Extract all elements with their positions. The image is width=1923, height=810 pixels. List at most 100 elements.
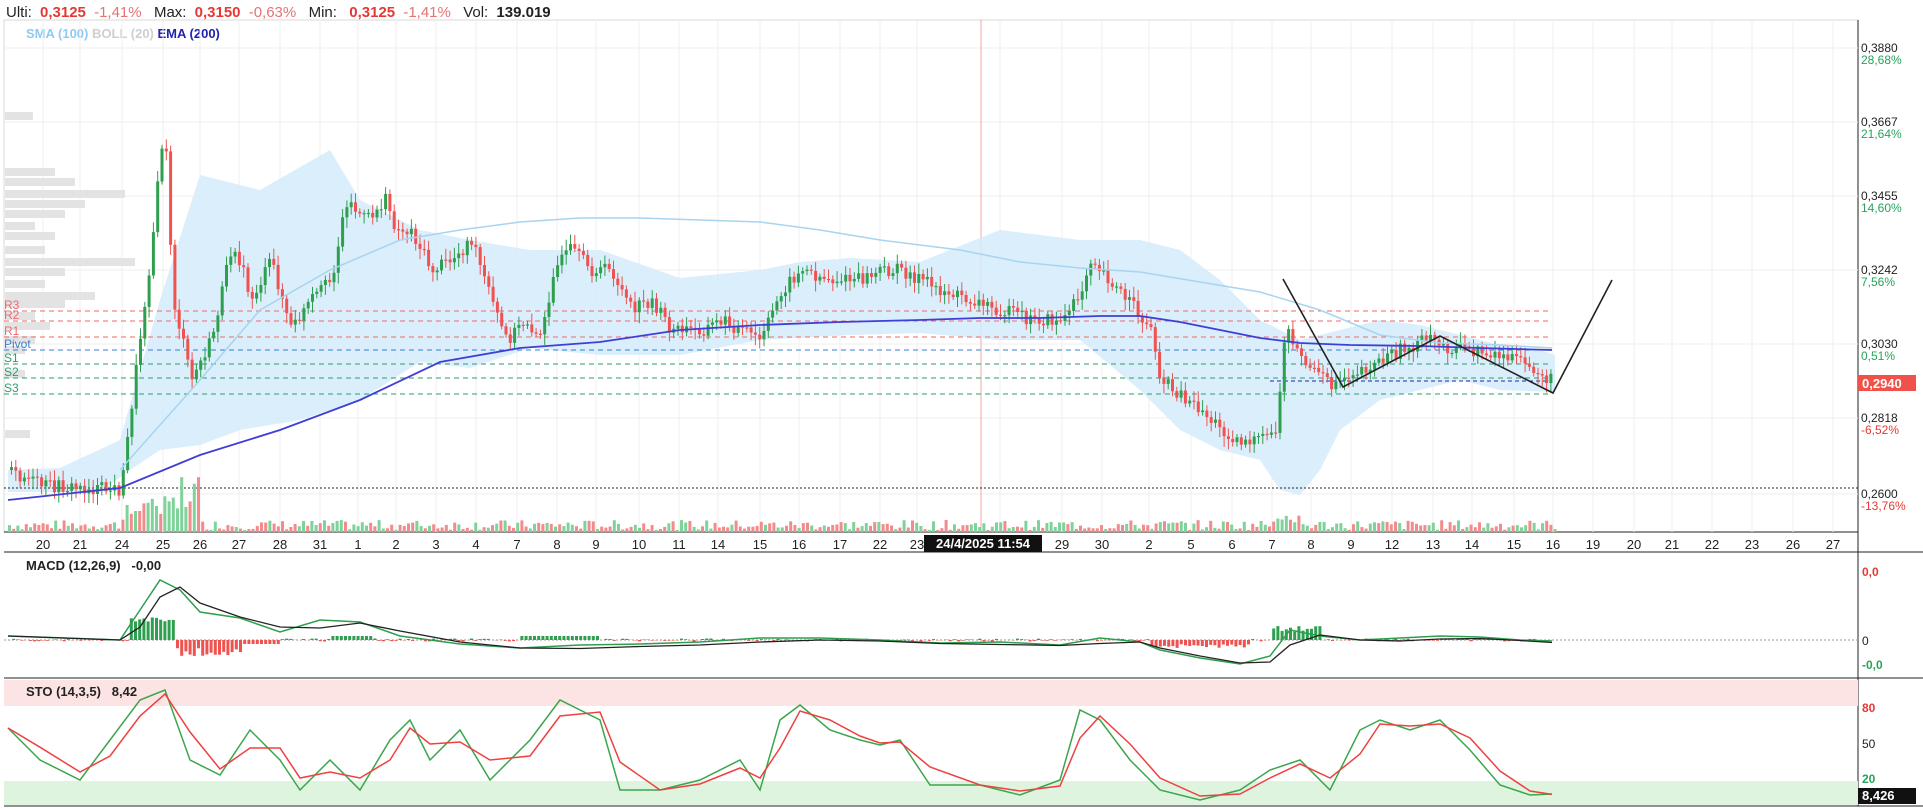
candle-body xyxy=(341,217,345,247)
volume-bar xyxy=(1482,527,1486,532)
volume-bar xyxy=(713,522,717,532)
volume-bar xyxy=(667,523,671,532)
volume-bar xyxy=(1524,525,1528,532)
volume-bar xyxy=(1205,527,1208,532)
macd-histogram-bar xyxy=(411,640,415,641)
candle-body xyxy=(603,263,607,268)
volume-bar xyxy=(125,505,129,532)
candle-body xyxy=(268,258,271,268)
macd-histogram-bar xyxy=(1163,640,1166,646)
macd-histogram-bar xyxy=(978,638,982,640)
volume-bar xyxy=(1444,528,1448,532)
volume-bar xyxy=(591,521,595,532)
volume-bar xyxy=(457,524,461,532)
candle-body xyxy=(1072,299,1076,311)
chart-canvas[interactable]: R3R2R1PivotS1S2S3 0,388028,68%0,366721,6… xyxy=(0,0,1923,810)
candle-body xyxy=(895,263,899,274)
macd-histogram-bar xyxy=(957,640,961,642)
volume-bar xyxy=(1347,529,1351,532)
macd-histogram-bar xyxy=(474,640,478,641)
macd-histogram-bar xyxy=(402,640,406,641)
volume-bar xyxy=(835,524,839,532)
macd-histogram-bar xyxy=(570,636,574,640)
macd-histogram-bar xyxy=(953,639,956,640)
candle-body xyxy=(663,307,667,318)
candle-body xyxy=(1355,374,1359,376)
volume-bar xyxy=(50,528,53,532)
volume-bar xyxy=(344,521,347,532)
volume-bar xyxy=(1415,523,1418,532)
volume-bar xyxy=(100,527,104,532)
candle-body xyxy=(1317,367,1321,373)
volume-bar xyxy=(1507,527,1511,532)
volume-bar xyxy=(776,527,780,532)
volume-bar xyxy=(314,525,318,532)
macd-histogram-bar xyxy=(352,636,356,640)
candle-body xyxy=(1050,314,1054,325)
candle-body xyxy=(10,467,13,470)
volume-bar xyxy=(701,526,704,532)
macd-histogram-bar xyxy=(1179,640,1183,645)
candle-body xyxy=(31,476,35,479)
volume-profile-bar xyxy=(5,178,75,186)
volume-bar xyxy=(45,524,49,532)
candle-body xyxy=(293,319,297,325)
volume-profile-bar xyxy=(5,168,55,176)
volume-profile-bar xyxy=(5,112,33,120)
candle-body xyxy=(1226,436,1230,439)
volume-bar xyxy=(801,523,805,532)
macd-histogram-bar xyxy=(453,638,457,640)
candle-body xyxy=(53,480,56,493)
x-axis-label: 16 xyxy=(1546,537,1560,552)
volume-profile-bar xyxy=(5,190,125,198)
price-axis-pct: -6,52% xyxy=(1861,423,1899,437)
macd-histogram-bar xyxy=(709,638,713,640)
candle-body xyxy=(431,266,435,273)
candle-body xyxy=(981,299,985,306)
macd-histogram-bar xyxy=(1385,639,1389,640)
volume-bar xyxy=(1112,528,1116,532)
candle-body xyxy=(440,259,443,271)
candle-body xyxy=(930,276,934,287)
candle-body xyxy=(1153,327,1157,352)
volume-bar xyxy=(75,528,79,532)
macd-histogram-bar xyxy=(1053,640,1057,641)
volume-bar xyxy=(1095,528,1099,532)
x-axis-label: 10 xyxy=(632,537,646,552)
volume-bar xyxy=(1209,520,1213,532)
volume-bar xyxy=(1452,525,1456,532)
volume-bar xyxy=(575,526,578,532)
macd-histogram-bar xyxy=(285,638,289,640)
volume-bar xyxy=(1490,527,1494,532)
volume-bar xyxy=(402,526,406,532)
volume-bar xyxy=(927,529,931,532)
volume-bar xyxy=(780,527,784,532)
volume-bar xyxy=(881,524,885,532)
volume-bar xyxy=(696,529,700,532)
volume-bar xyxy=(1175,522,1179,532)
volume-bar xyxy=(1255,526,1259,532)
macd-histogram-bar xyxy=(218,640,221,655)
candle-body xyxy=(887,266,891,276)
candle-body xyxy=(1149,324,1153,328)
volume-bar xyxy=(516,522,520,532)
volume-bar xyxy=(79,525,83,532)
candle-body xyxy=(1132,297,1136,301)
macd-histogram-bar xyxy=(255,640,259,644)
volume-bar xyxy=(806,522,809,532)
volume-bar xyxy=(92,526,95,532)
candle-body xyxy=(1484,353,1488,356)
macd-histogram-bar xyxy=(339,636,343,640)
candle-body xyxy=(1089,263,1093,276)
candle-body xyxy=(22,477,26,482)
x-axis-label: 11 xyxy=(672,537,686,552)
volume-bar xyxy=(1339,523,1343,532)
volume-bar xyxy=(486,527,490,532)
candle-body xyxy=(452,258,456,263)
candle-body xyxy=(908,272,912,279)
price-axis-pct: 7,56% xyxy=(1861,275,1895,289)
macd-histogram-bar xyxy=(705,638,709,640)
candle-body xyxy=(1527,363,1531,367)
volume-bar xyxy=(629,526,633,532)
volume-bar xyxy=(1469,524,1473,532)
